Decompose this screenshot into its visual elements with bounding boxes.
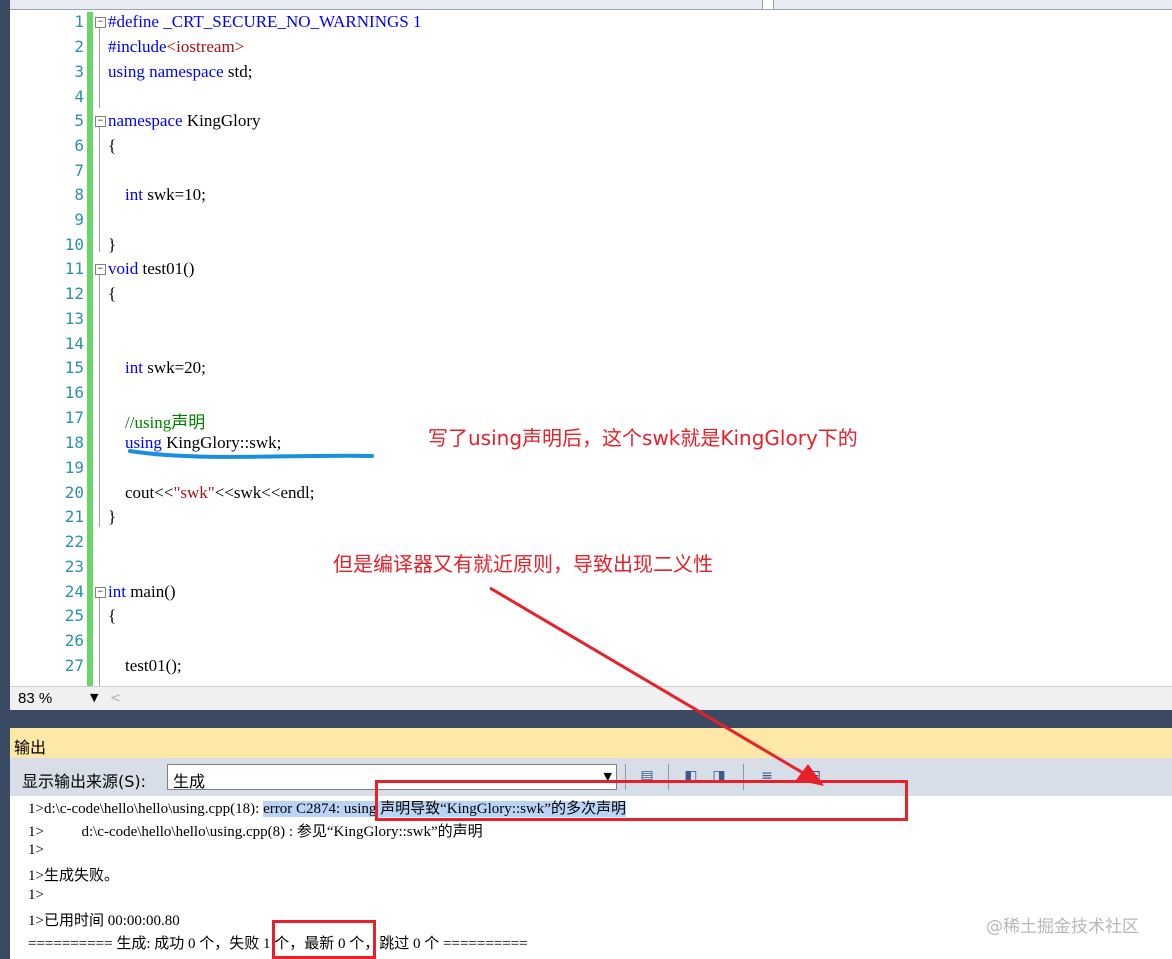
line-number: 27 [64, 656, 84, 675]
code-line-27: test01(); [108, 656, 182, 676]
line-number: 23 [64, 557, 84, 576]
tab-separator [762, 0, 774, 9]
line-number: 5 [74, 111, 84, 130]
code-line-25: { [108, 606, 116, 626]
preprocessor-text: #define _CRT_SECURE_NO_WARNINGS 1 [108, 12, 422, 31]
output-line-2: 1> d:\c-code\hello\hello\using.cpp(8) : … [28, 824, 483, 840]
editor-tab-bar [10, 0, 1172, 10]
swk10-text: int swk=10; [125, 185, 206, 204]
code-editor[interactable]: 1 2 3 4 5 6 7 8 9 10 11 12 13 14 15 16 1… [10, 10, 1172, 686]
code-line-24: int main() [108, 582, 176, 602]
code-line-3: using namespace std; [108, 62, 252, 82]
test01-call-text: test01(); [108, 656, 182, 675]
code-line-20: cout<<"swk"<<swk<<endl; [108, 483, 314, 503]
zoom-dropdown-icon[interactable]: ▼ [90, 691, 98, 704]
collapse-toggle-icon[interactable]: − [95, 587, 106, 598]
line-number: 2 [74, 37, 84, 56]
code-line-12: { [108, 284, 116, 304]
line-number: 7 [74, 161, 84, 180]
error-highlight-box [375, 780, 908, 821]
using-declaration-text: using KingGlory::swk; [125, 433, 282, 452]
line-number: 19 [64, 458, 84, 477]
test01-decl-text: void test01() [108, 259, 195, 278]
brace-text: { [108, 284, 117, 303]
include-text: #include<iostream> [108, 37, 245, 56]
collapse-toggle-icon[interactable]: − [95, 17, 106, 28]
collapse-toggle-icon[interactable]: − [95, 264, 106, 275]
code-line-10: } [108, 235, 116, 255]
line-number: 22 [64, 532, 84, 551]
brace-text: { [108, 136, 117, 155]
code-line-1: #define _CRT_SECURE_NO_WARNINGS 1 [108, 12, 421, 32]
output-line-5: 1> [28, 887, 44, 903]
code-line-8: int swk=10; [108, 185, 206, 205]
collapse-toggle-icon[interactable]: − [95, 116, 106, 127]
code-line-17: //using声明 [108, 408, 205, 433]
using-namespace-text: using namespace std; [108, 62, 253, 81]
line-number: 26 [64, 631, 84, 650]
brace-text: { [108, 606, 117, 625]
line-number-gutter: 1 2 3 4 5 6 7 8 9 10 11 12 13 14 15 16 1… [10, 10, 92, 686]
line-number: 18 [64, 433, 84, 452]
zoom-bar: 83 % ▼ < [10, 686, 1172, 711]
line-number: 6 [74, 136, 84, 155]
line-number: 11 [64, 259, 84, 278]
annotation-note-2: 但是编译器又有就近原则，导致出现二义性 [333, 552, 713, 576]
output-line-6: 1>已用时间 00:00:00.80 [28, 913, 180, 929]
watermark: @稀土掘金技术社区 [986, 917, 1139, 937]
main-decl-text: int main() [108, 582, 176, 601]
window-left-edge [0, 0, 10, 959]
zoom-level[interactable]: 83 % [18, 690, 52, 707]
comment-text: //using声明 [108, 413, 206, 432]
code-line-18: using KingGlory::swk; [108, 433, 281, 453]
output-line-3: 1> [28, 842, 44, 858]
line-number: 24 [64, 582, 84, 601]
code-line-15: int swk=20; [108, 358, 206, 378]
failed-count-highlight-box [272, 920, 376, 959]
line-number: 3 [74, 62, 84, 81]
output-file-ref: 1>d:\c-code\hello\hello\using.cpp(18): [28, 801, 264, 817]
namespace-text: namespace KingGlory [108, 111, 261, 130]
line-number: 16 [64, 383, 84, 402]
brace-text: } [108, 235, 117, 254]
build-summary-part-1: ========== 生成: 成功 0 个， [28, 936, 230, 952]
line-number: 14 [64, 334, 84, 353]
line-number: 8 [74, 185, 84, 204]
line-number: 9 [74, 210, 84, 229]
line-number: 17 [64, 408, 84, 427]
code-line-11: void test01() [108, 259, 194, 279]
code-line-6: { [108, 136, 116, 156]
line-number: 10 [64, 235, 84, 254]
output-panel-header: 输出 [10, 728, 1172, 758]
cout-text: cout<<"swk"<<swk<<endl; [108, 483, 315, 502]
line-number: 12 [64, 284, 84, 303]
code-line-21: } [108, 507, 116, 527]
annotation-note-1: 写了using声明后，这个swk就是KingGlory下的 [428, 426, 858, 450]
line-number: 4 [74, 87, 84, 106]
output-panel-title: 输出 [14, 738, 47, 757]
line-number: 20 [64, 483, 84, 502]
change-indicator-bar [87, 12, 93, 686]
output-source-label: 显示输出来源(S): [22, 772, 147, 791]
swk20-text: int swk=20; [125, 358, 206, 377]
line-number: 21 [64, 507, 84, 526]
line-number: 15 [64, 358, 84, 377]
scroll-left-icon[interactable]: < [110, 691, 121, 706]
code-line-2: #include<iostream> [108, 37, 244, 57]
line-number: 1 [74, 12, 84, 31]
output-line-4: 1>生成失败。 [28, 868, 119, 884]
panel-divider[interactable] [10, 710, 1172, 728]
line-number: 25 [64, 606, 84, 625]
output-source-value: 生成 [173, 772, 206, 791]
line-number: 13 [64, 309, 84, 328]
code-line-5: namespace KingGlory [108, 111, 261, 131]
brace-text: } [108, 507, 117, 526]
